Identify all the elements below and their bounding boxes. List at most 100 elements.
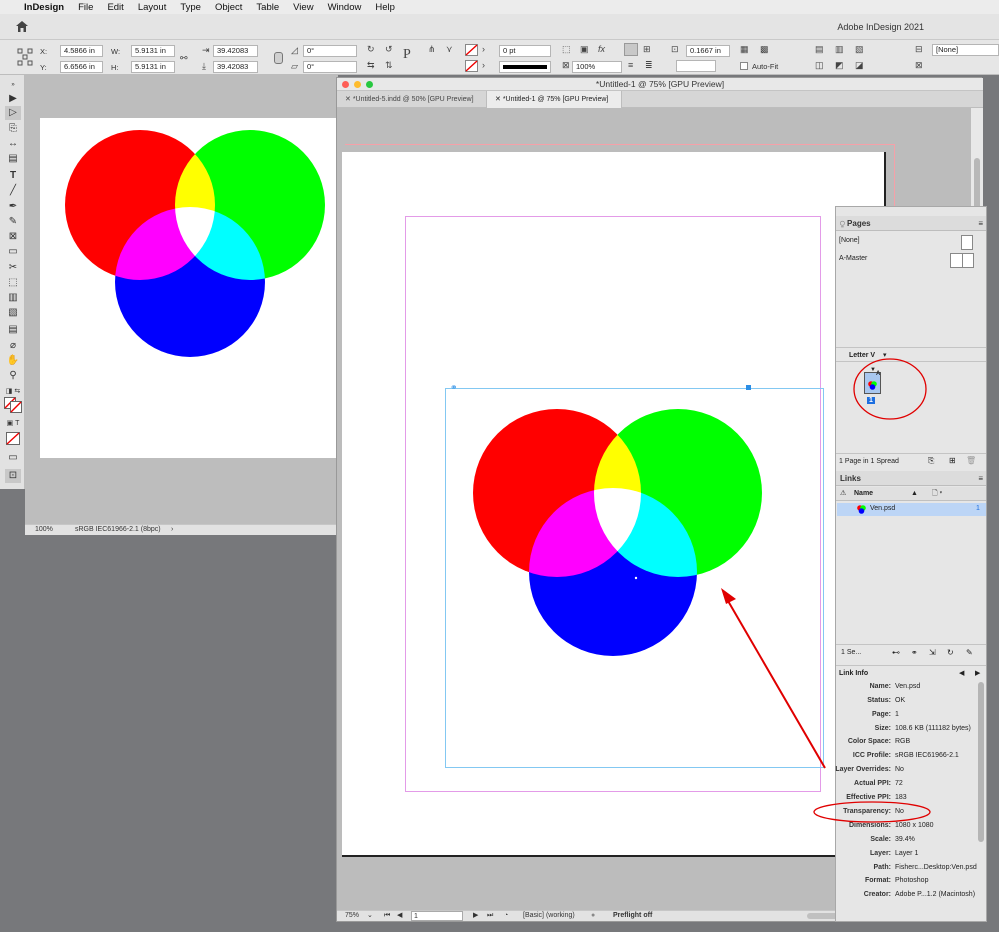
links-page-column-icon[interactable]: 🗋 ▾ — [932, 489, 942, 500]
preview-mode-icon[interactable]: ⊡ — [5, 469, 21, 483]
w-field[interactable]: 5.9131 in — [131, 45, 175, 57]
update-link-icon[interactable]: ↻ — [947, 648, 954, 657]
stroke-weight-field[interactable]: 0 pt — [499, 45, 551, 57]
next-page-icon[interactable]: ▶ — [473, 911, 478, 921]
fit-frame-icon[interactable]: ▩ — [760, 44, 769, 54]
page-tool-icon[interactable]: ⎘ — [5, 122, 21, 136]
fit-proportional-icon[interactable]: ◫ — [815, 60, 824, 70]
rectangle-frame-tool-icon[interactable]: ⊠ — [5, 230, 21, 244]
type-tool-icon[interactable]: T — [5, 169, 21, 183]
pages-panel-header[interactable]: ⍜ Pages ≡ — [836, 216, 986, 231]
content-aware-fit-icon[interactable]: ▧ — [855, 44, 864, 54]
link-row[interactable]: Ven.psd — [837, 503, 946, 516]
stroke-type-field[interactable] — [499, 61, 551, 73]
relink-icon[interactable]: ⚭ — [911, 648, 918, 657]
links-name-column[interactable]: Name — [854, 490, 873, 497]
rotate-ccw-icon[interactable]: ↺ — [385, 44, 393, 54]
last-page-icon[interactable]: ⏭ — [487, 911, 493, 921]
menu-edit[interactable]: Edit — [107, 2, 123, 13]
page-number[interactable]: 1 — [867, 397, 875, 404]
free-transform-tool-icon[interactable]: ⬚ — [5, 276, 21, 290]
none-master-thumb[interactable] — [961, 235, 973, 250]
text-wrap-icon[interactable]: ⊠ — [915, 60, 923, 70]
page-size-label[interactable]: Letter V — [849, 352, 875, 359]
stroke-none-icon[interactable] — [465, 60, 478, 72]
none-master[interactable]: [None] — [839, 237, 860, 244]
screen-mode-icon[interactable]: ▭ — [5, 451, 21, 465]
reference-point-icon[interactable] — [17, 48, 33, 66]
object-style-field[interactable]: [None] — [932, 44, 999, 56]
menu-layout[interactable]: Layout — [138, 2, 167, 13]
link-info-scrollbar[interactable] — [978, 682, 984, 842]
link-page-number[interactable]: 1 — [976, 505, 980, 512]
goto-link-icon[interactable]: ⇲ — [929, 648, 936, 657]
auto-fit-checkbox[interactable] — [740, 62, 748, 70]
line-tool-icon[interactable]: ╱ — [5, 184, 21, 198]
fill-dropdown-icon[interactable]: › — [482, 44, 485, 54]
fill-frame-icon[interactable]: ▤ — [815, 44, 824, 54]
frame-handle[interactable] — [746, 385, 751, 390]
menu-view[interactable]: View — [293, 2, 313, 13]
select-content-icon[interactable]: ⋎ — [446, 44, 453, 54]
prev-page-icon[interactable]: ◀ — [397, 911, 402, 921]
a-master-thumb[interactable] — [950, 253, 974, 268]
edit-original-icon[interactable]: ✎ — [966, 648, 973, 657]
pencil-tool-icon[interactable]: ✎ — [5, 215, 21, 229]
rectangle-tool-icon[interactable]: ▭ — [5, 245, 21, 259]
frame-fitting-field[interactable] — [676, 60, 716, 72]
link-chain-icon[interactable]: ⚭ — [450, 382, 458, 393]
tab-close-icon[interactable]: ✕ — [345, 96, 353, 103]
align-middle-icon[interactable]: ≣ — [645, 60, 653, 70]
align-bottom-icon[interactable]: ≡ — [628, 60, 633, 70]
link-row-page-cell[interactable]: 1 — [946, 503, 986, 516]
page-field[interactable]: 1 — [411, 911, 463, 921]
links-status-column-icon[interactable]: ⚠ — [840, 489, 846, 497]
rotate-cw-icon[interactable]: ↻ — [367, 44, 375, 54]
menu-app[interactable]: InDesign — [24, 2, 64, 13]
links-panel-menu-icon[interactable]: ≡ — [978, 471, 983, 486]
close-window-icon[interactable] — [342, 81, 349, 88]
fill-stroke-swatch-icon[interactable] — [4, 397, 22, 413]
minimize-window-icon[interactable] — [354, 81, 361, 88]
flip-horizontal-icon[interactable]: ⇆ — [367, 60, 375, 70]
sort-arrow-icon[interactable]: ▲ — [911, 490, 918, 497]
note-tool-icon[interactable]: ▤ — [5, 323, 21, 337]
h-field[interactable]: 5.9131 in — [131, 61, 175, 73]
object-style-icon[interactable]: ⊟ — [915, 44, 923, 54]
tab-untitled-5[interactable]: ✕ *Untitled-5.indd @ 50% [GPU Preview] — [337, 91, 487, 108]
new-page-icon[interactable]: ⊞ — [949, 456, 956, 465]
scale-x-field[interactable]: 39.42083 — [213, 45, 258, 57]
shear-field[interactable]: 0° — [303, 61, 357, 73]
menu-object[interactable]: Object — [215, 2, 242, 13]
status-icon[interactable]: ◔ — [504, 911, 508, 921]
prev-link-icon[interactable]: ◀ — [959, 669, 964, 677]
content-collector-icon[interactable]: ▤ — [5, 152, 21, 166]
paragraph-icon[interactable]: P — [403, 48, 411, 62]
hand-tool-icon[interactable]: ✋ — [5, 354, 21, 368]
rotate-field[interactable]: 0° — [303, 45, 357, 57]
apply-none-icon[interactable] — [6, 432, 20, 445]
menu-table[interactable]: Table — [256, 2, 279, 13]
delete-page-icon[interactable]: 🗑 — [966, 456, 976, 465]
pages-panel-menu-icon[interactable]: ≡ — [978, 216, 983, 231]
links-panel-header[interactable]: Links ≡ — [836, 471, 986, 486]
eyedropper-tool-icon[interactable]: ⌀ — [5, 339, 21, 353]
fit-frame-to-content-icon[interactable]: ◩ — [835, 60, 844, 70]
cc-libraries-icon[interactable]: ⊷ — [892, 648, 900, 657]
select-container-icon[interactable]: ⋔ — [428, 44, 436, 54]
menu-type[interactable]: Type — [180, 2, 201, 13]
scale-y-field[interactable]: 39.42083 — [213, 61, 258, 73]
selection-tool-icon[interactable]: ▶ — [5, 92, 21, 106]
rgb-venn-placed-image[interactable] — [472, 408, 762, 658]
window2-zoom[interactable]: 75% — [345, 911, 359, 921]
next-link-icon[interactable]: ▶ — [975, 669, 980, 677]
zoom-tool-icon[interactable]: ⚲ — [5, 369, 21, 383]
constrain-proportions-icon[interactable]: ⚯ — [180, 53, 188, 63]
link-info-title[interactable]: Link Info — [839, 670, 868, 677]
tab-close-icon[interactable]: ✕ — [495, 96, 503, 103]
flip-vertical-icon[interactable]: ⇅ — [385, 60, 393, 70]
formatting-affects-icon[interactable]: ▣ T — [5, 417, 21, 431]
menu-file[interactable]: File — [78, 2, 93, 13]
stroke-style-icon[interactable]: ⬚ — [562, 44, 571, 54]
direct-selection-tool-icon[interactable]: ▷ — [5, 106, 21, 120]
